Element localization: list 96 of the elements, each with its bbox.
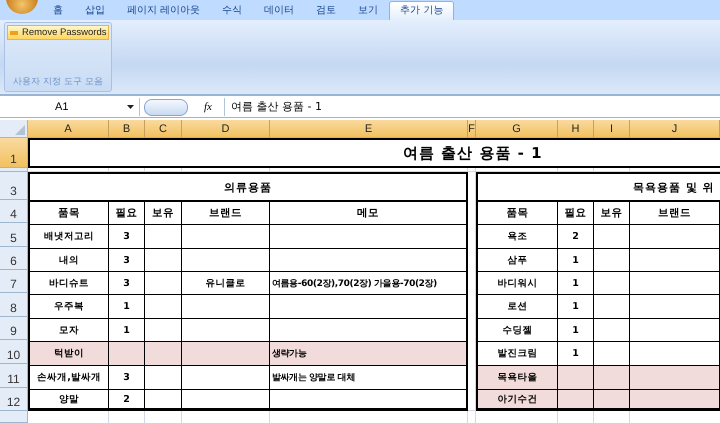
select-all-corner[interactable] (0, 120, 28, 138)
table-cell: 삼푸 (478, 249, 558, 272)
column-heading: 메모 (270, 202, 466, 225)
table-cell: 아기수건 (478, 390, 558, 409)
table-cell: 우주복 (30, 295, 109, 319)
row-header[interactable]: 7 (0, 270, 28, 293)
empty-cell (594, 225, 630, 249)
table-cell: 3 (109, 366, 145, 390)
table-cell: 내의 (30, 249, 109, 272)
empty-cell (594, 295, 630, 319)
ribbon-tab[interactable]: 보기 (347, 2, 390, 20)
column-heading: 보유 (594, 202, 630, 225)
column-header[interactable]: G (476, 120, 558, 138)
table-cell: 목욕타올 (478, 366, 558, 390)
empty-cell (145, 366, 182, 390)
table-cell: 로션 (478, 295, 558, 319)
table-cell: 여름용-60(2장),70(2장) 가을용-70(2장) (270, 272, 466, 295)
group-label: 사용자 지정 도구 모음 (12, 76, 104, 89)
table-cell: 2 (109, 390, 145, 409)
ribbon-tab[interactable]: 추가 기능 (389, 1, 454, 20)
row-header[interactable]: 3 (0, 172, 28, 200)
column-heading: 브랜드 (182, 202, 270, 225)
table-cell: 생략가능 (270, 342, 466, 366)
row-header[interactable]: 5 (0, 223, 28, 247)
highlighted-cell (594, 366, 630, 390)
column-heading: 품목 (30, 202, 109, 225)
row-header[interactable] (0, 168, 28, 172)
row-header[interactable] (0, 411, 28, 423)
ribbon-tab[interactable]: 데이터 (253, 2, 306, 20)
table-cell: 배냇저고리 (30, 225, 109, 249)
column-header[interactable]: H (558, 120, 594, 138)
row-header[interactable]: 10 (0, 340, 28, 364)
table-cell: 바디슈트 (30, 272, 109, 295)
table-cell: 1 (558, 272, 594, 295)
table-cell: 2 (558, 225, 594, 249)
empty-cell (145, 272, 182, 295)
table-cell: 3 (109, 272, 145, 295)
row-header[interactable]: 1 (0, 138, 28, 168)
remove-passwords-button[interactable]: Remove Passwords (7, 25, 109, 40)
dropdown-caret-icon[interactable] (127, 105, 134, 109)
column-header[interactable]: C (145, 120, 182, 138)
table-cell: 유니클로 (182, 272, 270, 295)
formula-splitter[interactable] (144, 98, 188, 116)
column-header[interactable]: D (182, 120, 270, 138)
table-title: 목욕용품 및 위 (478, 174, 720, 202)
column-heading: 품목 (478, 202, 558, 225)
column-header[interactable]: I (594, 120, 630, 138)
table-cell: 손싸개,발싸개 (30, 366, 109, 390)
highlighted-cell (558, 366, 594, 390)
row-header[interactable]: 4 (0, 200, 28, 223)
column-heading: 보유 (145, 202, 182, 225)
table-cell: 발싸개는 양말로 대체 (270, 366, 466, 390)
name-box[interactable]: A1 (0, 98, 140, 116)
formula-field[interactable]: 여름 출산 용품 - 1 (224, 98, 720, 116)
table-title: 의류용품 (30, 174, 466, 202)
table-cell: 1 (558, 319, 594, 342)
column-header[interactable]: F (468, 120, 476, 138)
column-heading: 필요 (109, 202, 145, 225)
empty-cell (594, 249, 630, 272)
column-header[interactable]: A (28, 120, 109, 138)
insert-function-button[interactable]: fx (204, 101, 216, 113)
empty-cell (594, 319, 630, 342)
ribbon-tab[interactable]: 홈 (42, 2, 74, 20)
column-header[interactable]: E (270, 120, 468, 138)
table-cell: 1 (558, 249, 594, 272)
row-header[interactable]: 9 (0, 317, 28, 340)
column-header[interactable]: J (630, 120, 720, 138)
ribbon-tab[interactable]: 검토 (305, 2, 348, 20)
highlighted-cell (109, 342, 145, 366)
highlighted-cell (145, 342, 182, 366)
table-cell: 욕조 (478, 225, 558, 249)
empty-cell (145, 295, 182, 319)
empty-cell (145, 225, 182, 249)
row-header[interactable]: 6 (0, 247, 28, 270)
row-header[interactable]: 12 (0, 388, 28, 411)
table-cell: 1 (109, 295, 145, 319)
table-cell: 턱받이 (30, 342, 109, 366)
empty-cell (145, 249, 182, 272)
table-cell: 1 (558, 295, 594, 319)
triangle-icon (15, 125, 25, 135)
table-cell: 바디워시 (478, 272, 558, 295)
column-heading: 브랜드 (630, 202, 720, 225)
empty-cell (594, 272, 630, 295)
table-cell: 수딩젤 (478, 319, 558, 342)
table-cell: 양말 (30, 390, 109, 409)
ribbon-tab[interactable]: 수식 (211, 2, 254, 20)
ribbon-tab[interactable]: 삽입 (74, 2, 116, 20)
row-header[interactable]: 8 (0, 293, 28, 317)
sheet-title: 여름 출산 용품 - 1 (28, 138, 720, 168)
ribbon-tab[interactable]: 페이지 레이아웃 (116, 2, 212, 20)
column-header[interactable]: B (109, 120, 145, 138)
cell-reference: A1 (55, 101, 68, 113)
table-cell: 3 (109, 225, 145, 249)
row-header[interactable]: 11 (0, 364, 28, 388)
table-cell: 3 (109, 249, 145, 272)
column-heading: 필요 (558, 202, 594, 225)
